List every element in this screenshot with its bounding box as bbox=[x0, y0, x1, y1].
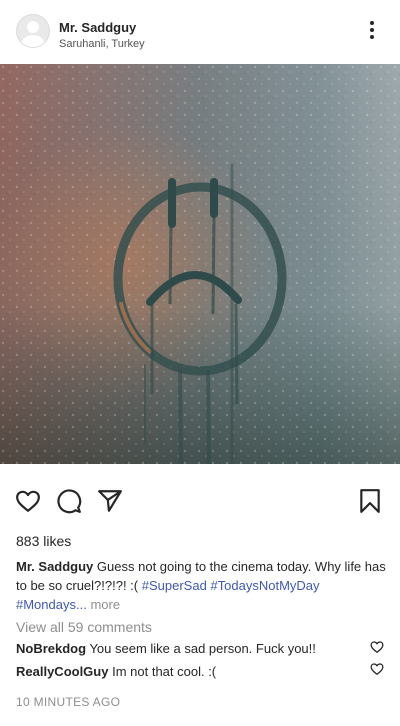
post-photo[interactable] bbox=[0, 64, 400, 464]
heart-icon[interactable] bbox=[370, 640, 384, 654]
hashtag[interactable]: #SuperSad bbox=[142, 578, 207, 593]
caption-more-link[interactable]: more bbox=[90, 597, 120, 612]
post-header: Mr. Saddguy Saruhanli, Turkey bbox=[0, 0, 400, 64]
post-location[interactable]: Saruhanli, Turkey bbox=[59, 38, 145, 50]
more-vertical-icon[interactable] bbox=[362, 20, 382, 40]
paper-plane-icon[interactable] bbox=[97, 488, 123, 514]
bookmark-icon[interactable] bbox=[357, 488, 383, 514]
heart-icon[interactable] bbox=[15, 488, 41, 514]
comment-text: Im not that cool. :( bbox=[112, 664, 217, 679]
comment-text: You seem like a sad person. Fuck you!! bbox=[89, 641, 316, 656]
hashtag[interactable]: #Mondays... bbox=[16, 597, 87, 612]
caption-username[interactable]: Mr. Saddguy bbox=[16, 559, 93, 574]
avatar[interactable] bbox=[16, 14, 50, 48]
hashtag[interactable]: #TodaysNotMyDay bbox=[210, 578, 319, 593]
post-timestamp: 10 MINUTES AGO bbox=[16, 695, 121, 709]
foggy-window-sad-face-image bbox=[0, 64, 400, 464]
comment-icon[interactable] bbox=[56, 488, 82, 514]
post-actions bbox=[0, 484, 400, 516]
post-username[interactable]: Mr. Saddguy bbox=[59, 20, 136, 35]
default-user-icon bbox=[27, 21, 39, 33]
likes-count[interactable]: 883 likes bbox=[16, 533, 71, 549]
heart-icon[interactable] bbox=[370, 662, 384, 676]
comment-username[interactable]: NoBrekdog bbox=[16, 641, 86, 656]
view-all-comments-link[interactable]: View all 59 comments bbox=[16, 619, 152, 635]
post-caption: Mr. Saddguy Guess not going to the cinem… bbox=[16, 557, 388, 614]
comment: ReallyCoolGuy Im not that cool. :( bbox=[16, 664, 356, 679]
comment-username[interactable]: ReallyCoolGuy bbox=[16, 664, 108, 679]
comment: NoBrekdog You seem like a sad person. Fu… bbox=[16, 641, 356, 656]
